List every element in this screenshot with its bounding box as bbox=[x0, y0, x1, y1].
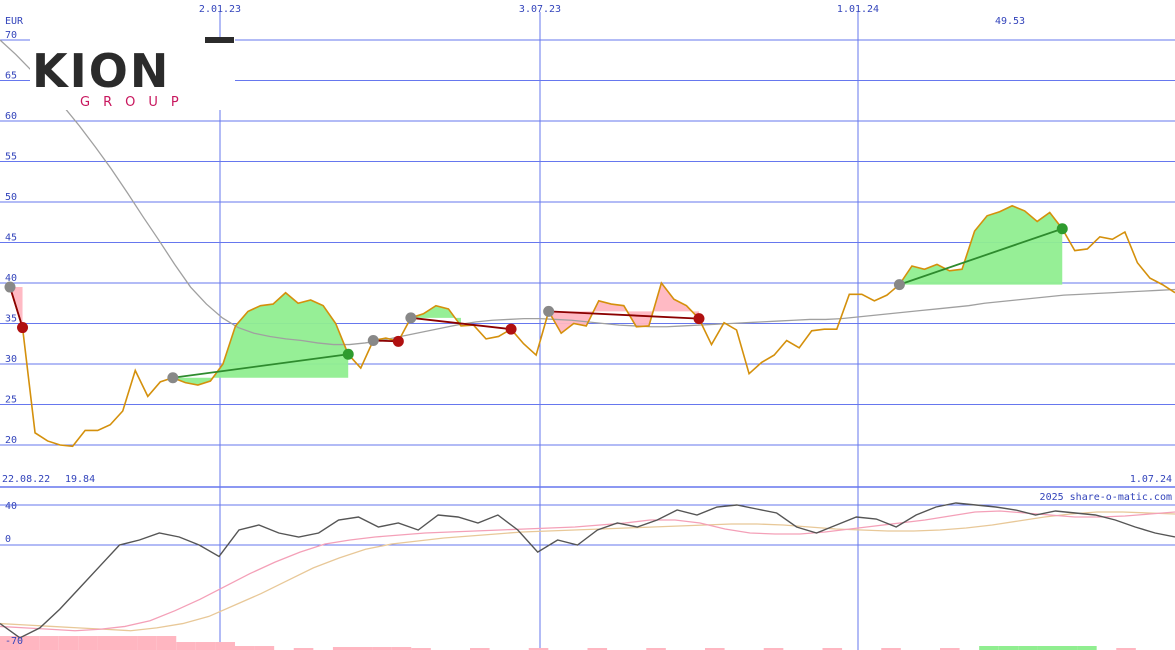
momentum-line bbox=[0, 502, 1175, 639]
indicator-tick: 0 bbox=[5, 534, 11, 545]
y-tick-label: 65 bbox=[5, 71, 17, 82]
y-tick-label: 45 bbox=[5, 233, 17, 244]
y-tick-label: 20 bbox=[5, 435, 17, 446]
y-tick-label: 70 bbox=[5, 30, 17, 41]
trend-end-marker bbox=[505, 323, 517, 335]
indicator-grid bbox=[0, 504, 1175, 650]
trend-start-marker bbox=[367, 335, 379, 347]
y-tick-label: 40 bbox=[5, 273, 17, 284]
indicator-bar bbox=[156, 636, 177, 650]
x-date-label: 2.01.23 bbox=[199, 4, 241, 15]
trend-end-marker bbox=[1056, 223, 1068, 235]
signal-slow-line bbox=[0, 511, 1175, 632]
stock-chart: 70 65 60 55 50 45 40 35 30 25 20 2.01.23 3.07.23 1.01… bbox=[0, 4, 1175, 650]
indicator-bar bbox=[78, 636, 98, 650]
currency-label: EUR bbox=[5, 16, 24, 27]
up-fill-region bbox=[172, 292, 349, 386]
max-price-label: 49.53 bbox=[995, 16, 1025, 27]
indicator-bar bbox=[1077, 646, 1097, 650]
indicator-bar bbox=[176, 642, 196, 650]
indicator-bar bbox=[1018, 646, 1038, 650]
trend-fills bbox=[10, 205, 1063, 386]
indicator-bar bbox=[254, 646, 275, 650]
indicator-bar bbox=[1057, 646, 1078, 650]
indicator-bar bbox=[195, 642, 216, 650]
trend-start-marker bbox=[893, 279, 905, 291]
indicator-bar bbox=[235, 646, 255, 650]
x-date-label: 3.07.23 bbox=[519, 4, 561, 15]
trend-start-marker bbox=[167, 372, 179, 384]
indicator-bar bbox=[979, 646, 999, 650]
series-lines bbox=[0, 39, 1175, 639]
trend-start-marker bbox=[405, 312, 417, 324]
logo-main-text: KION bbox=[32, 44, 170, 98]
trend-end-marker bbox=[342, 348, 354, 360]
indicator-bar bbox=[998, 646, 1019, 650]
y-tick-label: 35 bbox=[5, 314, 17, 325]
indicator-bar bbox=[215, 642, 235, 650]
indicator-bar bbox=[137, 636, 157, 650]
indicator-bar bbox=[117, 636, 138, 650]
indicator-bar bbox=[1037, 646, 1058, 650]
y-tick-label: 30 bbox=[5, 354, 17, 365]
logo-sub-text: GROUP bbox=[80, 95, 192, 110]
indicator-bar bbox=[39, 636, 59, 650]
watermark: 2025 share-o-matic.com bbox=[1040, 492, 1172, 503]
logo-bar bbox=[205, 37, 234, 43]
y-tick-label: 25 bbox=[5, 395, 17, 406]
start-date-label: 22.08.22 bbox=[2, 474, 50, 485]
trend-end-marker bbox=[392, 335, 404, 347]
trend-end-marker bbox=[693, 313, 705, 325]
indicator-bar bbox=[58, 636, 79, 650]
kion-group-logo: KION GROUP bbox=[30, 37, 235, 110]
trend-end-marker bbox=[17, 322, 29, 334]
min-price-label: 19.84 bbox=[65, 474, 95, 485]
y-tick-label: 60 bbox=[5, 111, 17, 122]
indicator-bar bbox=[97, 636, 118, 650]
end-date-label: 1.07.24 bbox=[1130, 474, 1172, 485]
y-tick-label: 55 bbox=[5, 152, 17, 163]
y-tick-label: 50 bbox=[5, 192, 17, 203]
up-fill-region bbox=[899, 205, 1063, 285]
x-date-label: 1.01.24 bbox=[837, 4, 879, 15]
indicator-tick: -70 bbox=[5, 636, 23, 647]
trend-start-marker bbox=[543, 305, 555, 317]
indicator-tick: 40 bbox=[5, 501, 17, 512]
